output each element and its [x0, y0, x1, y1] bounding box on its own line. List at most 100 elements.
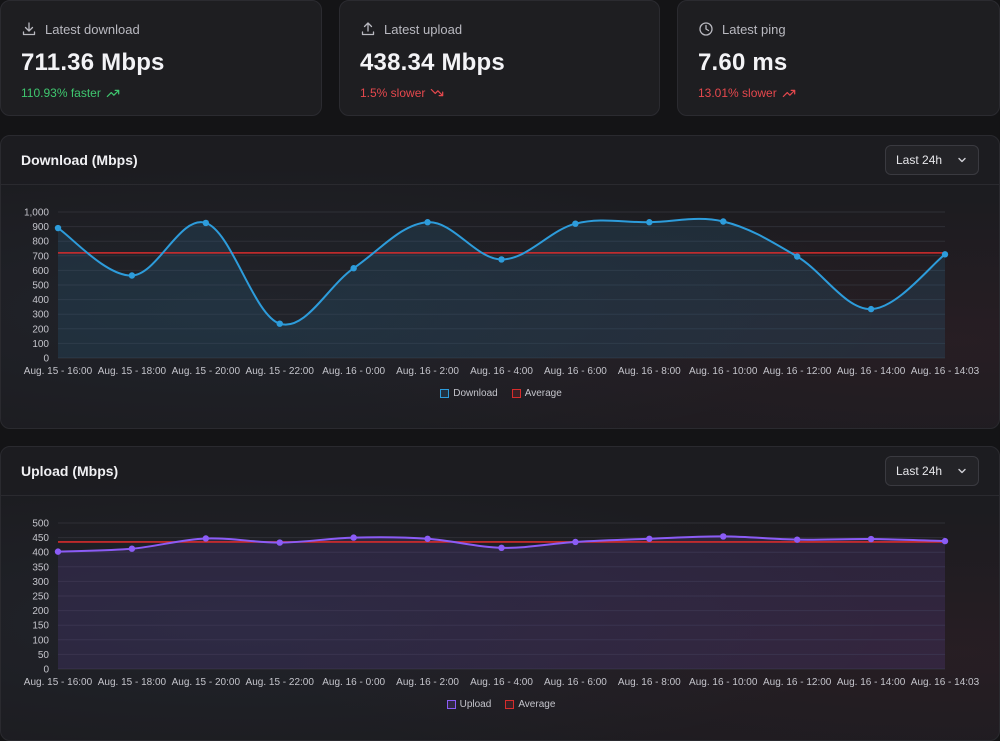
stat-header: Latest download: [21, 21, 301, 37]
legend-label: Upload: [459, 699, 492, 710]
data-point: [720, 218, 727, 225]
clock-icon: [699, 22, 713, 36]
chart-legend: Upload Average: [1, 699, 999, 710]
legend-label: Average: [518, 699, 556, 710]
panel-title: Download (Mbps): [21, 152, 138, 168]
data-point: [202, 219, 210, 227]
download-chart: 0 100 200 300 400 500 600 700 800 900 1,000 Aug. 15…: [24, 208, 980, 378]
stat-card-ping: Latest ping 7.60 ms 13.01% slower: [677, 0, 1000, 116]
legend-swatch: [505, 700, 515, 709]
upload-chart: 0 50 100 150 200 250 300 350 400 450 500 Aug. 15 - …: [24, 519, 980, 689]
y-tick-label: 900: [32, 222, 49, 233]
data-point: [867, 535, 875, 543]
stat-delta-text: 110.93% faster: [21, 86, 101, 100]
stat-header: Latest ping: [698, 21, 979, 37]
data-point: [646, 219, 653, 226]
time-range-value: Last 24h: [896, 153, 943, 167]
y-tick-label: 1,000: [24, 208, 49, 219]
download-icon: [22, 22, 36, 36]
time-range-value: Last 24h: [896, 464, 943, 478]
x-tick-label: Aug. 16 - 2:00: [396, 366, 459, 377]
time-range-select[interactable]: Last 24h: [885, 145, 979, 175]
stat-value: 7.60 ms: [698, 49, 788, 76]
x-tick-label: Aug. 16 - 14:03: [911, 677, 980, 688]
data-point: [867, 305, 875, 313]
stat-header: Latest upload: [360, 21, 639, 37]
x-tick-label: Aug. 16 - 0:00: [322, 366, 385, 377]
y-tick-label: 500: [32, 519, 49, 530]
data-point: [572, 220, 579, 227]
stat-label: Latest download: [45, 21, 140, 37]
download-chart-panel: Download (Mbps) Last 24h 0 100 200 300 400 50…: [0, 135, 1000, 429]
x-tick-label: Aug. 16 - 2:00: [396, 677, 459, 688]
data-point: [572, 538, 579, 546]
upload-chart-panel: Upload (Mbps) Last 24h 0 50 100 150 200 250 30…: [0, 446, 1000, 741]
data-point: [424, 219, 431, 226]
chevron-down-icon: [958, 157, 966, 163]
legend-swatch: [440, 389, 450, 398]
data-point: [793, 536, 801, 543]
panel-header: Upload (Mbps) Last 24h: [1, 447, 999, 496]
y-tick-label: 450: [32, 533, 49, 544]
x-tick-label: Aug. 15 - 16:00: [24, 366, 93, 377]
x-tick-label: Aug. 16 - 10:00: [689, 677, 758, 688]
x-tick-label: Aug. 15 - 18:00: [98, 677, 167, 688]
y-tick-label: 50: [38, 650, 50, 661]
stat-card-upload: Latest upload 438.34 Mbps 1.5% slower: [339, 0, 660, 116]
trend-up-icon: [106, 89, 120, 98]
chart-legend: Download Average: [1, 388, 999, 399]
data-point: [941, 251, 949, 258]
y-tick-label: 0: [43, 354, 49, 365]
data-point: [720, 533, 727, 540]
legend-label: Average: [524, 388, 562, 399]
data-point: [424, 535, 431, 542]
legend-item[interactable]: Average: [505, 699, 555, 710]
legend-item[interactable]: Download: [440, 388, 498, 399]
x-tick-label: Aug. 15 - 20:00: [172, 366, 241, 377]
stat-delta: 13.01% slower: [698, 86, 979, 100]
y-tick-label: 200: [32, 324, 49, 335]
chevron-down-icon: [958, 468, 966, 474]
data-point: [941, 537, 949, 545]
data-point: [646, 535, 653, 542]
x-tick-label: Aug. 16 - 14:00: [837, 366, 906, 377]
data-point: [128, 545, 136, 552]
data-point: [276, 539, 283, 546]
y-tick-label: 700: [32, 251, 49, 262]
y-tick-label: 350: [32, 562, 49, 573]
data-point: [793, 253, 801, 260]
stat-delta: 110.93% faster: [21, 86, 301, 100]
data-point: [276, 320, 283, 327]
data-point: [202, 535, 210, 542]
legend-item[interactable]: Average: [511, 388, 562, 399]
y-tick-label: 150: [32, 621, 49, 632]
legend-item[interactable]: Upload: [446, 699, 492, 710]
x-tick-label: Aug. 16 - 4:00: [470, 677, 533, 688]
data-point: [54, 224, 62, 232]
y-tick-label: 250: [32, 592, 49, 603]
upload-icon: [361, 22, 375, 36]
data-point: [350, 265, 357, 272]
stat-label: Latest ping: [722, 21, 786, 37]
trend-up-icon: [782, 89, 796, 98]
y-tick-label: 300: [32, 577, 49, 588]
x-tick-label: Aug. 16 - 10:00: [689, 366, 758, 377]
x-tick-label: Aug. 16 - 14:03: [911, 366, 980, 377]
x-tick-label: Aug. 16 - 4:00: [470, 366, 533, 377]
legend-swatch: [446, 700, 456, 709]
data-point: [54, 548, 62, 555]
trend-down-icon: [431, 88, 444, 97]
x-tick-label: Aug. 16 - 12:00: [763, 366, 832, 377]
stat-delta-text: 1.5% slower: [360, 86, 426, 100]
time-range-select[interactable]: Last 24h: [885, 456, 979, 486]
data-point: [128, 272, 136, 279]
y-tick-label: 400: [32, 295, 49, 306]
stat-delta: 1.5% slower: [360, 86, 639, 100]
x-tick-label: Aug. 16 - 0:00: [322, 677, 385, 688]
y-tick-label: 600: [32, 266, 49, 277]
data-point: [498, 544, 505, 552]
y-tick-label: 100: [32, 635, 49, 646]
y-tick-label: 300: [32, 310, 49, 321]
y-tick-label: 500: [32, 281, 49, 292]
panel-title: Upload (Mbps): [21, 463, 119, 479]
